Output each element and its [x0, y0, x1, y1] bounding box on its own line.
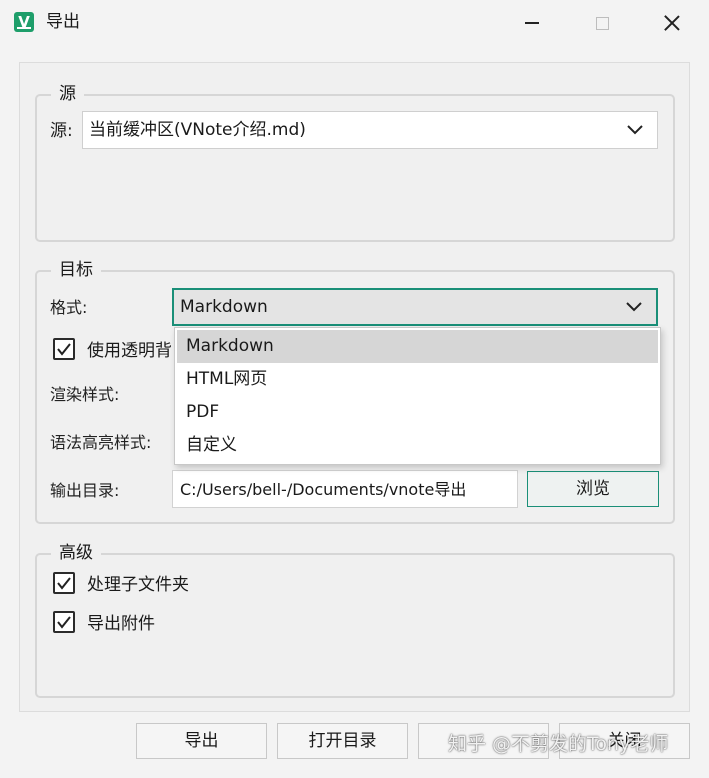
window-title: 导出: [46, 12, 80, 32]
format-option-markdown[interactable]: Markdown: [177, 330, 658, 363]
source-value: 当前缓冲区(VNote介绍.md): [89, 120, 306, 140]
advanced-group-title: 高级: [51, 542, 101, 564]
checkmark-icon: [57, 616, 71, 629]
format-dropdown-list: Markdown HTML网页 PDF 自定义: [174, 327, 661, 465]
watermark: 知乎 @不剪发的Tony老师: [448, 733, 669, 755]
format-option-html[interactable]: HTML网页: [177, 363, 658, 396]
chevron-down-icon: [627, 125, 643, 135]
output-dir-value: C:/Users/bell-/Documents/vnote导出: [180, 480, 467, 499]
maximize-icon: [595, 16, 609, 30]
title-bar: V 导出: [0, 0, 709, 46]
source-label: 源:: [50, 121, 73, 141]
format-label: 格式:: [50, 298, 88, 317]
close-window-button[interactable]: [637, 0, 707, 46]
source-group-title: 源: [51, 83, 84, 105]
format-option-pdf[interactable]: PDF: [177, 396, 658, 429]
output-dir-input[interactable]: C:/Users/bell-/Documents/vnote导出: [172, 470, 518, 508]
browse-button[interactable]: 浏览: [527, 471, 659, 507]
minimize-icon: [525, 22, 539, 24]
maximize-button[interactable]: [567, 0, 637, 46]
syntax-style-label: 语法高亮样式:: [50, 433, 152, 452]
source-combobox[interactable]: 当前缓冲区(VNote介绍.md): [82, 111, 658, 149]
render-style-label: 渲染样式:: [50, 385, 120, 404]
vnote-app-icon: V: [14, 12, 34, 32]
export-attachments-label: 导出附件: [87, 614, 155, 634]
export-attachments-checkbox[interactable]: [53, 611, 75, 633]
checkmark-icon: [57, 577, 71, 590]
open-dir-button[interactable]: 打开目录: [277, 723, 408, 759]
format-option-custom[interactable]: 自定义: [177, 429, 658, 462]
output-dir-label: 输出目录:: [50, 481, 120, 500]
target-group-title: 目标: [51, 259, 101, 281]
minimize-button[interactable]: [497, 0, 567, 46]
checkmark-icon: [57, 343, 71, 356]
process-subfolders-label: 处理子文件夹: [87, 575, 189, 595]
transparent-bg-label: 使用透明背: [87, 341, 172, 361]
format-combobox[interactable]: Markdown: [172, 288, 658, 326]
format-value: Markdown: [180, 297, 268, 317]
process-subfolders-checkbox[interactable]: [53, 572, 75, 594]
export-button[interactable]: 导出: [136, 723, 267, 759]
transparent-bg-checkbox[interactable]: [53, 338, 75, 360]
chevron-down-icon: [626, 302, 642, 312]
close-icon: [664, 15, 680, 31]
